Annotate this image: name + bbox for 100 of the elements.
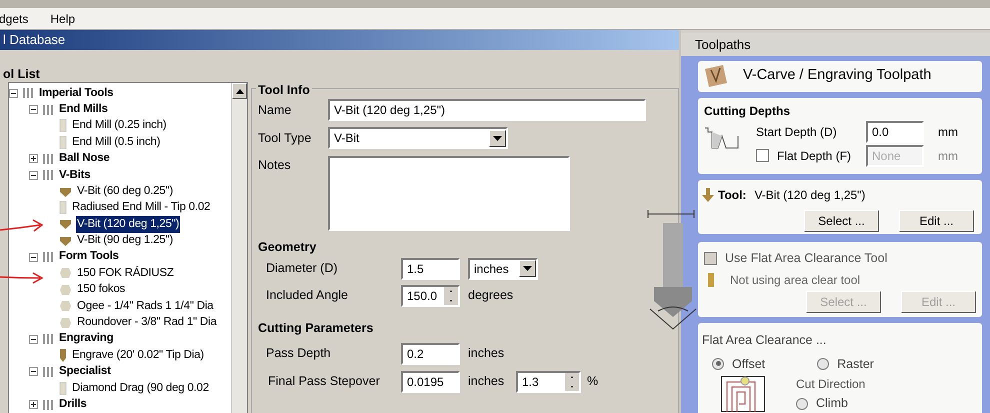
unit-label: % (587, 373, 598, 390)
field-label: Included Angle (265, 287, 350, 304)
v-bit-icon (59, 186, 72, 198)
radio-label: Climb (816, 395, 848, 412)
section-label: ol List (3, 66, 41, 81)
section-heading: Cutting Parameters (258, 320, 374, 337)
checkbox[interactable] (756, 149, 769, 162)
tree-item[interactable]: End Mills (58, 100, 109, 118)
unit-label: mm (938, 148, 958, 165)
end-mill-icon (59, 136, 67, 149)
collapse-icon[interactable] (29, 334, 38, 344)
section-heading: Geometry (258, 239, 318, 256)
tree-item[interactable]: Radiused End Mill - Tip 0.02 (71, 199, 212, 217)
annotation-arrow (0, 218, 46, 234)
field-label: Cut Direction (796, 376, 866, 394)
field-label: Name (258, 102, 292, 119)
dropdown[interactable]: inches (468, 258, 538, 280)
checkbox-label: Use Flat Area Clearance Tool (725, 250, 888, 267)
dropdown-arrow-icon[interactable] (493, 136, 502, 140)
tool-rack-icon (42, 169, 54, 182)
tree-item[interactable]: Diamond Drag (90 deg 0.02 (71, 380, 210, 397)
radio-button[interactable] (817, 358, 830, 370)
tree-item[interactable]: Imperial Tools (38, 84, 114, 102)
radio-button[interactable] (712, 358, 724, 370)
edit-button[interactable]: Edit ... (899, 210, 974, 232)
tree-item[interactable]: V-Bit (60 deg 0.25") (76, 182, 174, 200)
tree-item[interactable]: Ogee - 1/4" Rads 1 1/4" Dia (76, 298, 214, 315)
tool-rack-icon (42, 104, 54, 116)
notes-field[interactable] (328, 156, 570, 231)
form-tool-icon (59, 284, 72, 296)
end-mill-icon (708, 272, 714, 286)
unit-label: degrees (468, 287, 514, 304)
unit-label: mm (938, 124, 958, 141)
tool-rack-icon (42, 333, 54, 346)
tool-name: V-Bit (120 deg 1,25") (754, 186, 866, 204)
field-label: Start Depth (D) (756, 124, 838, 141)
scroll-up-icon[interactable] (236, 88, 244, 94)
start-depth-field[interactable]: 0.0 (866, 120, 924, 143)
menu-item[interactable]: Help (50, 10, 76, 28)
tree-item[interactable]: Roundover - 3/8" Rad 1" Dia (76, 314, 218, 332)
flat-depth-field[interactable]: None (866, 144, 924, 167)
collapse-icon[interactable] (29, 367, 38, 376)
collapse-icon[interactable] (29, 105, 38, 114)
unit-label: inches (468, 345, 504, 362)
tree-item[interactable]: End Mill (0.25 inch) (71, 117, 168, 135)
card-title: Cutting Depths (704, 102, 791, 120)
collapse-icon[interactable] (29, 252, 38, 262)
field-label: Flat Depth (F) (777, 148, 852, 165)
form-tool-icon (59, 316, 72, 329)
card-heading: V-Carve / Engraving Toolpath (743, 66, 932, 86)
field-label: Notes (258, 157, 292, 174)
tool-rack-icon (22, 87, 34, 100)
v-bit-icon (59, 234, 72, 247)
spin-field[interactable]: 150.0 (401, 284, 460, 307)
end-mill-icon (59, 119, 67, 132)
panel-title: Toolpaths (695, 36, 751, 54)
form-tool-icon (59, 267, 72, 280)
collapse-icon[interactable] (29, 170, 38, 180)
select-button[interactable]: Select ... (804, 210, 879, 232)
engraving-bit-icon (59, 348, 67, 362)
field-label: Final Pass Stepover (267, 373, 381, 390)
dropdown-arrow-icon[interactable] (523, 266, 532, 272)
tree-item[interactable]: V-Bit (90 deg 1.25") (76, 232, 174, 250)
tool-rack-icon (42, 398, 54, 411)
name-field[interactable]: V-Bit (120 deg 1,25") (328, 99, 646, 121)
tree-item[interactable]: Drills (58, 396, 88, 413)
form-tool-icon (59, 300, 72, 312)
tree-item[interactable]: Specialist (58, 363, 112, 380)
expand-icon[interactable] (29, 154, 38, 164)
pass-depth-field[interactable]: 0.2 (401, 342, 460, 365)
end-mill-icon (59, 382, 67, 395)
tool-rack-icon (42, 366, 54, 378)
tree-item[interactable]: 150 fokos (76, 281, 126, 299)
tree-item[interactable]: End Mill (0.5 inch) (71, 134, 162, 151)
tool-rack-icon (42, 152, 54, 165)
diameter-field[interactable]: 1.5 (401, 258, 460, 280)
tree-item[interactable]: V-Bits (58, 166, 92, 184)
down-arrow-icon (702, 188, 714, 202)
collapse-icon[interactable] (9, 88, 18, 98)
tree-item[interactable]: 150 FOK RÁDIUSZ (76, 264, 175, 282)
radio-label: Raster (837, 356, 874, 372)
spin-field[interactable]: 1.3 (516, 370, 581, 393)
stepover-field[interactable]: 0.0195 (401, 370, 460, 393)
field-label: Tool Type (258, 130, 312, 147)
v-bit-icon (59, 218, 72, 230)
tree-item[interactable]: Engrave (20' 0.02" Tip Dia) (71, 346, 205, 364)
radio-button[interactable] (796, 398, 808, 410)
field-label: Tool: (718, 186, 746, 204)
tree-item[interactable]: Engraving (58, 330, 114, 348)
expand-icon[interactable] (29, 400, 38, 410)
scrollbar[interactable] (231, 83, 247, 413)
tree-item[interactable]: Form Tools (58, 248, 120, 266)
field-label: Diameter (D) (265, 260, 339, 278)
field-label: Pass Depth (265, 345, 332, 362)
checkbox[interactable] (704, 252, 717, 265)
end-mill-icon (59, 201, 67, 214)
dropdown[interactable]: V-Bit (328, 127, 508, 149)
tree-item[interactable]: Ball Nose (58, 150, 111, 168)
tool-rack-icon (42, 251, 54, 264)
tree-item[interactable]: V-Bit (120 deg 1,25") (76, 216, 180, 233)
